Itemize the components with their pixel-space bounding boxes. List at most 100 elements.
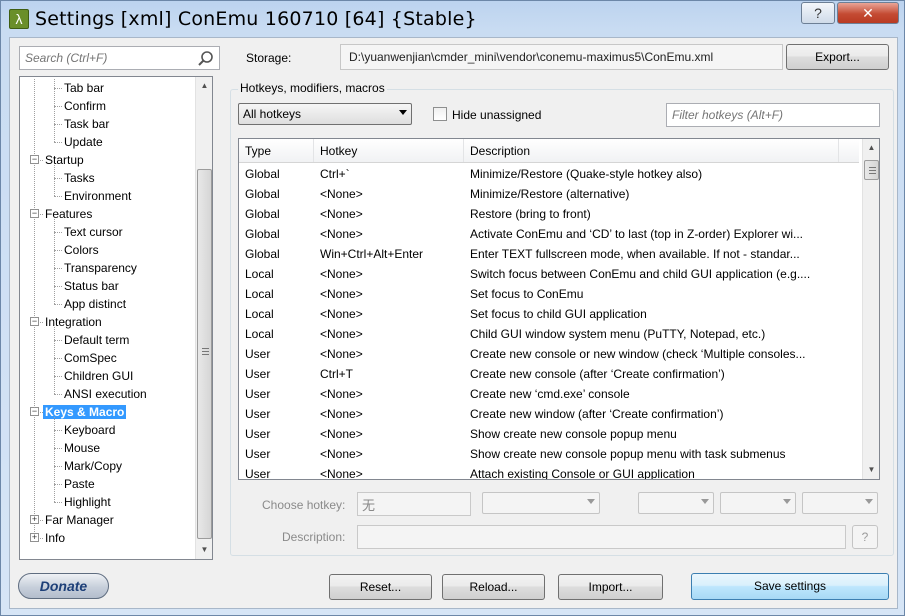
column-header-type[interactable]: Type <box>239 139 314 162</box>
tree-item[interactable]: ANSI execution <box>62 385 149 403</box>
scroll-down-arrow-icon[interactable]: ▼ <box>196 541 212 558</box>
expand-icon[interactable]: + <box>30 515 39 524</box>
search-icon[interactable] <box>197 50 215 68</box>
tree-item[interactable]: Environment <box>62 187 133 205</box>
settings-tree[interactable]: Tab bar Confirm Task bar Update Startup − Task… <box>19 76 213 560</box>
tree-item[interactable]: App distinct <box>62 295 128 313</box>
save-settings-button[interactable]: Save settings <box>691 573 889 600</box>
title-bar[interactable]: λ Settings [xml] ConEmu 160710 [64] {Sta… <box>1 1 905 37</box>
tree-item[interactable]: Confirm <box>62 97 108 115</box>
tree-item[interactable]: Default term <box>62 331 131 349</box>
modifier-1-dropdown[interactable] <box>638 492 714 514</box>
hotkey-row[interactable]: Global <None> Minimize/Restore (alternativ… <box>239 184 859 204</box>
tree-item[interactable]: Status bar <box>62 277 121 295</box>
tree-item-label: Task bar <box>64 117 110 131</box>
scroll-up-arrow-icon[interactable]: ▲ <box>196 77 212 94</box>
hotkey-cell-type: User <box>245 447 271 461</box>
description-help-button[interactable]: ? <box>852 525 878 549</box>
tree-item-label: Default term <box>64 333 130 347</box>
description-field[interactable] <box>357 525 846 549</box>
tree-item-label: Keyboard <box>64 423 116 437</box>
hotkey-row[interactable]: Local <None> Set focus to child GUI applic… <box>239 304 859 324</box>
hotkey-row[interactable]: User <None> Create new console or new wind… <box>239 344 859 364</box>
chevron-down-icon <box>783 499 791 504</box>
hotkey-row[interactable]: User <None> Show create new console popup … <box>239 444 859 464</box>
hotkey-row[interactable]: Global <None> Restore (bring to front) <box>239 204 859 224</box>
scroll-up-arrow-icon[interactable]: ▲ <box>863 139 879 156</box>
column-header-description[interactable]: Description <box>464 139 839 162</box>
import-button[interactable]: Import... <box>558 574 663 600</box>
hotkey-cell-type: Global <box>245 187 280 201</box>
hotkey-cell-hotkey: <None> <box>320 387 363 401</box>
tree-item[interactable]: Tasks <box>62 169 97 187</box>
hotkey-cell-desc: Create new console or new window (check … <box>470 347 806 361</box>
reset-button[interactable]: Reset... <box>329 574 432 600</box>
hotkey-cell-type: Local <box>245 267 274 281</box>
help-button[interactable]: ? <box>801 2 835 24</box>
hotkey-cell-desc: Create new window (after ‘Create confirm… <box>470 407 724 421</box>
tree-item[interactable]: Integration <box>43 313 104 331</box>
hotkey-row[interactable]: Local <None> Switch focus between ConEmu a… <box>239 264 859 284</box>
close-button[interactable]: ✕ <box>837 2 899 24</box>
tree-scrollbar[interactable]: ▲ ▼ <box>195 77 212 559</box>
hotkeys-scroll-thumb[interactable] <box>864 160 879 180</box>
tree-item[interactable]: Transparency <box>62 259 139 277</box>
hotkey-row[interactable]: Global <None> Activate ConEmu and ‘CD’ to … <box>239 224 859 244</box>
tree-item[interactable]: Children GUI <box>62 367 135 385</box>
choose-hotkey-field[interactable]: 无 <box>357 492 471 516</box>
hotkey-cell-desc: Switch focus between ConEmu and child GU… <box>470 267 811 281</box>
tree-item[interactable]: Mouse <box>62 439 102 457</box>
filter-hotkeys-input[interactable] <box>670 105 875 125</box>
tree-item[interactable]: Startup <box>43 151 86 169</box>
collapse-icon[interactable]: − <box>30 317 39 326</box>
hotkey-row[interactable]: User <None> Attach existing Console or GUI… <box>239 464 859 479</box>
hotkey-row[interactable]: Local <None> Child GUI window system menu … <box>239 324 859 344</box>
modifier-3-dropdown[interactable] <box>802 492 878 514</box>
tree-item[interactable]: Keys & Macro <box>43 403 127 421</box>
tree-item[interactable]: Keyboard <box>62 421 117 439</box>
tree-item[interactable]: Far Manager <box>43 511 116 529</box>
hotkey-row[interactable]: User <None> Show create new console popup … <box>239 424 859 444</box>
settings-search-input[interactable] <box>23 48 193 68</box>
tree-item[interactable]: Text cursor <box>62 223 125 241</box>
tree-item[interactable]: Highlight <box>62 493 113 511</box>
tree-item[interactable]: Features <box>43 205 94 223</box>
column-header-hotkey[interactable]: Hotkey <box>314 139 464 162</box>
hotkey-cell-hotkey: Ctrl+` <box>320 167 350 181</box>
hotkey-row[interactable]: Local <None> Set focus to ConEmu <box>239 284 859 304</box>
collapse-icon[interactable]: − <box>30 209 39 218</box>
export-button[interactable]: Export... <box>786 44 889 70</box>
hotkey-key-dropdown[interactable] <box>482 492 600 514</box>
tree-item[interactable]: Tab bar <box>62 79 106 97</box>
tree-item[interactable]: Info <box>43 529 67 547</box>
tree-item[interactable]: Update <box>62 133 105 151</box>
hotkeys-list-scrollbar[interactable]: ▲ ▼ <box>862 139 879 479</box>
hotkey-row[interactable]: Global Win+Ctrl+Alt+Enter Enter TEXT fulls… <box>239 244 859 264</box>
tree-item[interactable]: ComSpec <box>62 349 119 367</box>
hotkey-row[interactable]: Global Ctrl+` Minimize/Restore (Quake-styl… <box>239 164 859 184</box>
tree-item[interactable]: Paste <box>62 475 97 493</box>
tree-item[interactable]: Mark/Copy <box>62 457 124 475</box>
collapse-icon[interactable]: − <box>30 155 39 164</box>
tree-item[interactable]: Task bar <box>62 115 111 133</box>
expand-icon[interactable]: + <box>30 533 39 542</box>
hotkey-row[interactable]: User <None> Create new window (after ‘Crea… <box>239 404 859 424</box>
hotkeys-list-header: Type Hotkey Description <box>239 139 859 163</box>
tree-scroll-thumb[interactable] <box>197 169 212 539</box>
hotkey-filter-value: All hotkeys <box>243 107 302 121</box>
hotkey-cell-hotkey: <None> <box>320 307 363 321</box>
hotkey-row[interactable]: User <None> Create new ‘cmd.exe’ console <box>239 384 859 404</box>
modifier-2-dropdown[interactable] <box>720 492 796 514</box>
scroll-down-arrow-icon[interactable]: ▼ <box>863 461 879 478</box>
hotkey-row[interactable]: User Ctrl+T Create new console (after ‘Cre… <box>239 364 859 384</box>
reload-button[interactable]: Reload... <box>442 574 545 600</box>
tree-item[interactable]: Colors <box>62 241 101 259</box>
hide-unassigned-checkbox[interactable] <box>433 107 447 121</box>
hide-unassigned-label[interactable]: Hide unassigned <box>452 108 541 122</box>
hotkey-cell-hotkey: <None> <box>320 327 363 341</box>
donate-button[interactable]: Donate <box>18 573 109 599</box>
hotkey-filter-dropdown[interactable]: All hotkeys <box>238 103 412 125</box>
tree-item-label: Far Manager <box>45 513 114 527</box>
collapse-icon[interactable]: − <box>30 407 39 416</box>
hotkeys-list[interactable]: Type Hotkey Description Global Ctrl+` Mini… <box>238 138 880 480</box>
